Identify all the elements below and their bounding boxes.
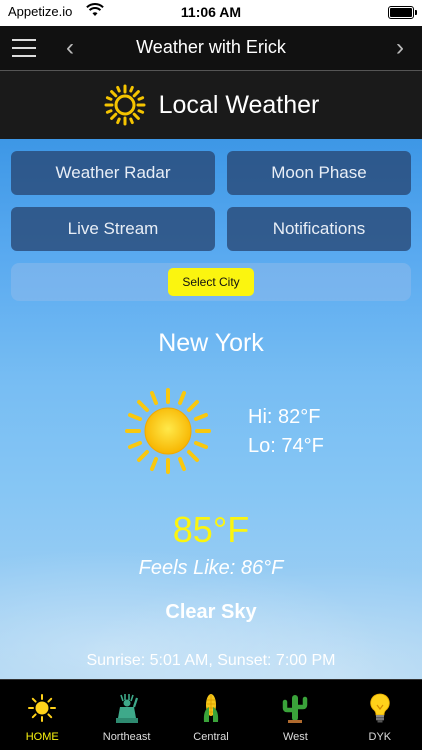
weather-radar-button[interactable]: Weather Radar <box>11 151 215 195</box>
statue-of-liberty-icon <box>115 694 138 723</box>
city-name: New York <box>158 329 264 357</box>
select-city-button[interactable]: Select City <box>168 268 254 296</box>
sunrise-sunset: Sunrise: 5:01 AM, Sunset: 7:00 PM <box>86 652 336 669</box>
page-header: Local Weather <box>0 71 422 139</box>
sun-icon <box>28 694 57 722</box>
page-title: Local Weather <box>158 90 320 119</box>
tab-home[interactable]: HOME <box>0 680 84 750</box>
corn-icon <box>203 694 219 722</box>
tab-label: Central <box>193 731 229 743</box>
bottom-tab-bar: HOME Northeast Central West DYK <box>0 679 422 750</box>
nav-bar: ‹ Weather with Erick › <box>0 26 422 71</box>
feels-like-temperature: Feels Like: 86°F <box>138 557 284 579</box>
tab-west[interactable]: West <box>253 680 337 750</box>
weather-panel: Weather Radar Moon Phase Live Stream Not… <box>0 139 422 679</box>
lightbulb-icon <box>370 693 390 723</box>
high-temperature: Hi: 82°F <box>248 406 321 428</box>
tab-northeast[interactable]: Northeast <box>84 680 168 750</box>
nav-title: Weather with Erick <box>136 37 286 57</box>
cactus-icon <box>283 695 308 723</box>
current-temperature: 85°F <box>172 509 250 550</box>
weather-condition: Clear Sky <box>165 601 257 623</box>
status-bar: Appetize.io 11:06 AM <box>0 0 422 26</box>
clear-sky-sun-icon <box>125 388 211 474</box>
live-stream-button[interactable]: Live Stream <box>11 207 215 251</box>
tab-label: HOME <box>25 731 59 743</box>
tab-central[interactable]: Central <box>169 680 253 750</box>
tab-label: Northeast <box>102 731 151 743</box>
tab-dyk[interactable]: DYK <box>338 680 422 750</box>
select-city-bar: Select City <box>11 263 411 301</box>
tab-label: West <box>282 731 308 743</box>
low-temperature: Lo: 74°F <box>248 435 324 457</box>
moon-phase-button[interactable]: Moon Phase <box>227 151 411 195</box>
sun-logo-icon <box>104 84 146 126</box>
battery-icon <box>388 6 417 19</box>
status-time: 11:06 AM <box>180 4 242 20</box>
tab-label: DYK <box>368 731 392 743</box>
forward-chevron-icon[interactable]: › <box>396 34 404 62</box>
notifications-button[interactable]: Notifications <box>227 207 411 251</box>
